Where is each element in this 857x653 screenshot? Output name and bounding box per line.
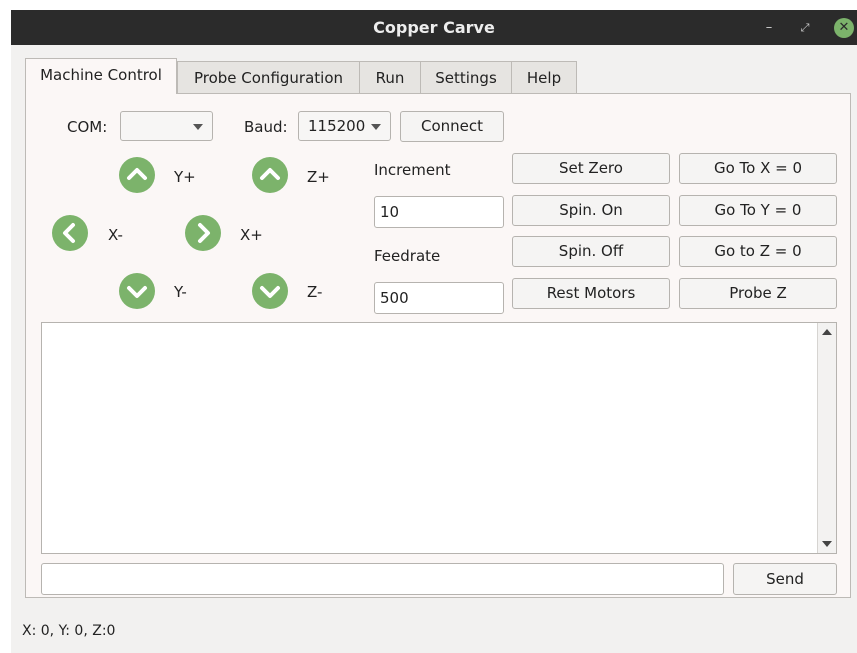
chevron-right-icon	[198, 223, 210, 243]
feedrate-input[interactable]: 500	[374, 282, 504, 314]
chevron-down-icon	[260, 286, 280, 298]
jog-x-minus-button[interactable]	[52, 215, 88, 251]
tab-machine-control[interactable]: Machine Control	[25, 58, 177, 94]
spin-off-button[interactable]: Spin. Off	[512, 236, 670, 267]
title-bar: Copper Carve – ⤢ ✕	[11, 10, 857, 45]
scroll-up-icon[interactable]	[822, 329, 832, 335]
spin-on-button[interactable]: Spin. On	[512, 195, 670, 226]
maximize-icon[interactable]: ⤢	[797, 18, 813, 38]
jog-z-minus-button[interactable]	[252, 273, 288, 309]
chevron-up-icon	[260, 168, 280, 180]
scroll-down-icon[interactable]	[822, 541, 832, 547]
tab-settings[interactable]: Settings	[420, 61, 512, 93]
send-button[interactable]: Send	[733, 563, 837, 595]
window-title: Copper Carve	[373, 18, 495, 37]
feedrate-label: Feedrate	[374, 247, 441, 265]
console-output[interactable]	[41, 322, 837, 554]
y-plus-label: Y+	[174, 168, 196, 186]
minimize-icon[interactable]: –	[761, 18, 777, 38]
goto-y-zero-button[interactable]: Go To Y = 0	[679, 195, 837, 226]
tab-probe-configuration[interactable]: Probe Configuration	[177, 61, 360, 93]
y-minus-label: Y-	[174, 283, 187, 301]
increment-label: Increment	[374, 161, 451, 179]
chevron-down-icon	[193, 124, 203, 130]
chevron-up-icon	[127, 168, 147, 180]
probe-z-button[interactable]: Probe Z	[679, 278, 837, 309]
z-plus-label: Z+	[307, 168, 330, 186]
z-minus-label: Z-	[307, 283, 323, 301]
set-zero-button[interactable]: Set Zero	[512, 153, 670, 184]
goto-z-zero-button[interactable]: Go to Z = 0	[679, 236, 837, 267]
increment-input[interactable]: 10	[374, 196, 504, 228]
com-label: COM:	[67, 118, 108, 136]
jog-x-plus-button[interactable]	[185, 215, 221, 251]
x-minus-label: X-	[108, 226, 123, 244]
console-scrollbar[interactable]	[817, 323, 836, 553]
baud-label: Baud:	[244, 118, 288, 136]
chevron-down-icon	[371, 124, 381, 130]
connect-button[interactable]: Connect	[400, 111, 504, 142]
jog-y-minus-button[interactable]	[119, 273, 155, 309]
com-select[interactable]	[120, 111, 213, 141]
baud-select-value: 115200	[308, 117, 366, 135]
tab-run[interactable]: Run	[359, 61, 421, 93]
tab-help[interactable]: Help	[511, 61, 577, 93]
jog-z-plus-button[interactable]	[252, 157, 288, 193]
baud-select[interactable]: 115200	[298, 111, 391, 141]
x-plus-label: X+	[240, 226, 263, 244]
goto-x-zero-button[interactable]: Go To X = 0	[679, 153, 837, 184]
command-input[interactable]	[41, 563, 724, 595]
chevron-down-icon	[127, 286, 147, 298]
close-icon[interactable]: ✕	[834, 18, 854, 38]
chevron-left-icon	[63, 223, 75, 243]
status-position: X: 0, Y: 0, Z:0	[22, 623, 116, 639]
jog-y-plus-button[interactable]	[119, 157, 155, 193]
console-text	[42, 323, 836, 331]
rest-motors-button[interactable]: Rest Motors	[512, 278, 670, 309]
